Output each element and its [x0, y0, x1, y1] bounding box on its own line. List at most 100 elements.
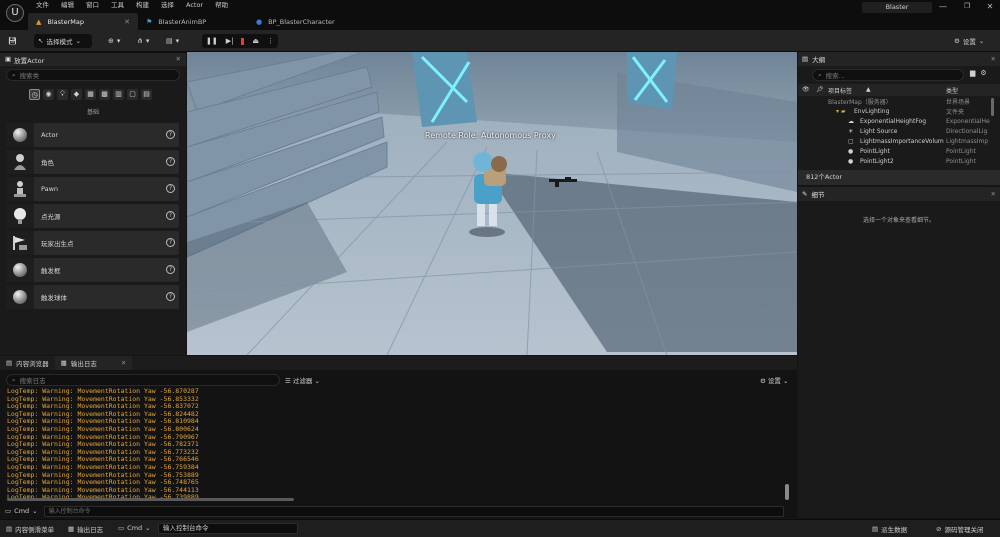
help-icon[interactable]: ?: [166, 292, 175, 301]
category-all-classes-icon[interactable]: ▤: [141, 89, 152, 100]
menu-edit[interactable]: 编辑: [55, 0, 80, 11]
add-folder-icon[interactable]: ▆: [970, 70, 975, 77]
horizontal-scrollbar[interactable]: [7, 498, 294, 501]
cmd-dropdown[interactable]: ▭ Cmd ⌄: [118, 524, 151, 532]
table-row[interactable]: BlasterMap（服务器） 世界场景: [798, 96, 1000, 106]
category-geometry-icon[interactable]: ▥: [113, 89, 124, 100]
close-icon[interactable]: ✕: [991, 56, 996, 63]
settings-button[interactable]: ⚙ 设置 ⌄: [954, 34, 984, 48]
table-row[interactable]: ● PointLight PointLight: [798, 146, 1000, 156]
close-icon[interactable]: ✕: [176, 56, 181, 63]
tab-bp-blastercharacter[interactable]: ● BP_BlasterCharacter: [248, 13, 388, 30]
help-icon[interactable]: ?: [166, 157, 175, 166]
table-row[interactable]: ☀ Light Source DirectionalLig: [798, 126, 1000, 136]
category-basic-icon[interactable]: ◉: [43, 89, 54, 100]
outliner-scrollbar[interactable]: [991, 98, 994, 116]
cinematics-button[interactable]: ▤ ▾: [166, 34, 179, 48]
eject-icon[interactable]: ⏏: [252, 37, 259, 45]
close-icon[interactable]: ✕: [124, 18, 130, 26]
add-content-button[interactable]: ⊕ ▾: [108, 34, 120, 48]
step-icon[interactable]: ▶|: [226, 37, 234, 45]
menu-file[interactable]: 文件: [30, 0, 55, 11]
list-item[interactable]: Pawn ?: [6, 177, 179, 201]
actor-label: Pawn: [41, 185, 59, 193]
viewport-scene: [187, 52, 797, 355]
save-button[interactable]: 💾︎: [8, 34, 17, 48]
close-icon[interactable]: ✕: [991, 191, 996, 198]
column-item-label[interactable]: 项目标签: [828, 86, 852, 95]
blueprints-button[interactable]: ⋔ ▾: [137, 34, 149, 48]
tab-label: 细节: [811, 191, 825, 199]
content-drawer-button[interactable]: ▤ 内容侧滑菜单: [6, 524, 54, 534]
menu-tools[interactable]: 工具: [105, 0, 130, 11]
output-log-button[interactable]: ▦ 输出日志: [68, 524, 103, 534]
select-mode-dropdown[interactable]: ↖ 选择模式 ⌄: [34, 34, 92, 48]
pin-icon[interactable]: 📌︎: [816, 87, 824, 93]
maximize-icon[interactable]: ❐: [960, 2, 974, 14]
outliner-item-type: DirectionalLig: [946, 127, 988, 135]
point-light-icon: [6, 204, 34, 228]
close-icon[interactable]: ✕: [121, 360, 126, 367]
stop-icon[interactable]: [241, 37, 245, 45]
tab-place-actors[interactable]: ▣ 放置Actor ✕: [0, 52, 186, 66]
list-item[interactable]: Actor ?: [6, 123, 179, 147]
category-visual-effects-icon[interactable]: ▩: [99, 89, 110, 100]
tab-output-log[interactable]: ▦ 输出日志 ✕: [54, 356, 133, 370]
help-icon[interactable]: ?: [166, 238, 175, 247]
category-cinematic-icon[interactable]: ▦: [85, 89, 96, 100]
table-row[interactable]: ☁ ExponentialHeightFog ExponentialHe: [798, 116, 1000, 126]
menu-help[interactable]: 帮助: [209, 0, 234, 11]
help-icon[interactable]: ?: [166, 184, 175, 193]
table-row[interactable]: ▢ LightmassImportanceVolum LightmassImp: [798, 136, 1000, 146]
log-search-input[interactable]: ⌕ 搜索日志: [6, 374, 280, 386]
tab-details[interactable]: ✎ 细节 ✕: [798, 187, 1000, 201]
details-empty-message: 选择一个对象来查看细节。: [862, 217, 935, 224]
pawn-icon: [6, 177, 34, 201]
vertical-scrollbar[interactable]: [785, 484, 789, 500]
tab-outliner[interactable]: ▤ 大纲 ✕: [798, 52, 1000, 66]
menu-build[interactable]: 构建: [130, 0, 155, 11]
cmd-label: Cmd: [127, 524, 143, 532]
unreal-logo-icon[interactable]: U: [6, 4, 24, 22]
tab-blastermap[interactable]: ▲ BlasterMap ✕: [28, 13, 138, 30]
menu-window[interactable]: 窗口: [80, 0, 105, 11]
help-icon[interactable]: ?: [166, 265, 175, 274]
category-lights-icon[interactable]: 💡︎: [57, 89, 68, 100]
menu-actor[interactable]: Actor: [180, 0, 209, 11]
cmd-dropdown[interactable]: ▭ Cmd ⌄: [5, 507, 38, 515]
category-recent-icon[interactable]: ◷: [29, 89, 40, 100]
derived-data-button[interactable]: ▤ 派生数据: [872, 524, 907, 534]
category-shapes-icon[interactable]: ◆: [71, 89, 82, 100]
chevron-down-icon: ▾: [175, 36, 180, 45]
level-viewport[interactable]: Remote Role: Autonomous Proxy: [187, 52, 797, 355]
console-command-input[interactable]: 输入控制台命令: [43, 505, 784, 517]
minimize-icon[interactable]: —: [936, 2, 950, 14]
table-row[interactable]: ● PointLight2 PointLight: [798, 156, 1000, 166]
column-type[interactable]: 类型: [946, 86, 958, 95]
more-options-icon[interactable]: ⋮: [267, 37, 274, 45]
help-icon[interactable]: ?: [166, 211, 175, 220]
filter-button[interactable]: ☰ 过滤器 ⌄: [285, 375, 320, 385]
tab-blasteranimbp[interactable]: ⚑ BlasterAnimBP: [138, 13, 248, 30]
list-item[interactable]: 触发球体 ?: [6, 285, 179, 309]
help-icon[interactable]: ?: [166, 130, 175, 139]
eye-icon[interactable]: 👁︎: [802, 87, 810, 93]
log-settings-button[interactable]: ⚙ 设置 ⌄: [760, 375, 788, 385]
menu-select[interactable]: 选择: [155, 0, 180, 11]
console-command-input[interactable]: 输入控制台命令: [158, 523, 298, 534]
category-volumes-icon[interactable]: ▢: [127, 89, 138, 100]
outliner-search-input[interactable]: ⌕ 搜索...: [812, 69, 964, 81]
table-row[interactable]: ▾ ▰ EnvLighting 文件夹: [798, 106, 1000, 116]
list-item[interactable]: 角色 ?: [6, 150, 179, 174]
sort-ascending-icon[interactable]: ▲: [866, 87, 871, 93]
close-window-icon[interactable]: ✕: [983, 2, 997, 14]
class-search-input[interactable]: ⌕ 搜索类: [6, 69, 180, 81]
list-item[interactable]: 点光源 ?: [6, 204, 179, 228]
tab-content-browser[interactable]: ▤ 内容浏览器: [0, 356, 55, 370]
pause-icon[interactable]: ❚❚: [206, 37, 218, 45]
list-item[interactable]: 玩家出生点 ?: [6, 231, 179, 255]
gear-icon[interactable]: ⚙: [980, 70, 986, 77]
source-control-button[interactable]: ⊘ 源码管理关闭: [936, 524, 983, 534]
details-icon: ✎: [802, 189, 808, 198]
list-item[interactable]: 触发框 ?: [6, 258, 179, 282]
